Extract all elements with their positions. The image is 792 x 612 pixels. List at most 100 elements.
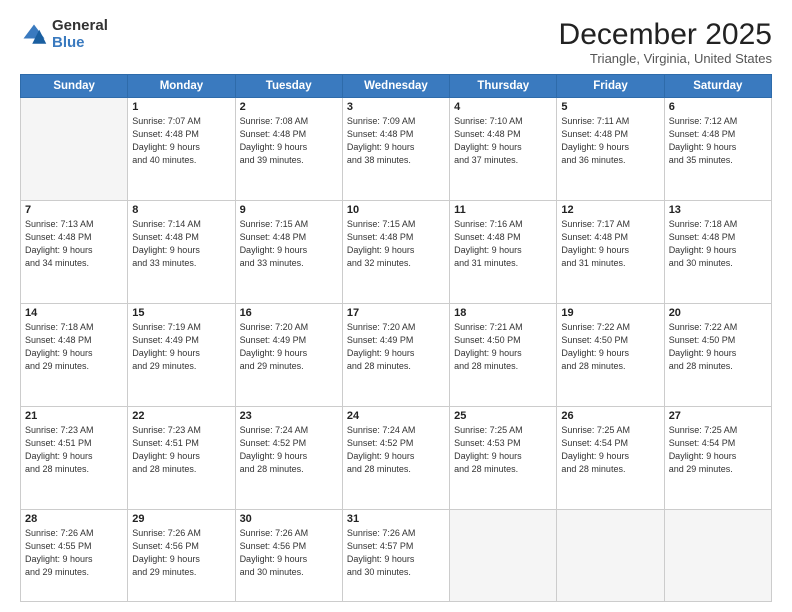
day-info: Sunrise: 7:22 AMSunset: 4:50 PMDaylight:… xyxy=(561,321,659,373)
day-info: Sunrise: 7:26 AMSunset: 4:56 PMDaylight:… xyxy=(132,527,230,579)
weekday-header: Thursday xyxy=(450,75,557,98)
calendar-cell xyxy=(664,510,771,602)
day-number: 12 xyxy=(561,204,659,216)
calendar-row: 1Sunrise: 7:07 AMSunset: 4:48 PMDaylight… xyxy=(21,98,772,201)
calendar-cell: 9Sunrise: 7:15 AMSunset: 4:48 PMDaylight… xyxy=(235,201,342,304)
day-number: 7 xyxy=(25,204,123,216)
weekday-header: Tuesday xyxy=(235,75,342,98)
day-info: Sunrise: 7:20 AMSunset: 4:49 PMDaylight:… xyxy=(240,321,338,373)
calendar-cell: 25Sunrise: 7:25 AMSunset: 4:53 PMDayligh… xyxy=(450,407,557,510)
weekday-header: Sunday xyxy=(21,75,128,98)
day-number: 14 xyxy=(25,307,123,319)
month-title: December 2025 xyxy=(559,18,772,51)
logo: General Blue xyxy=(20,18,108,51)
day-number: 21 xyxy=(25,410,123,422)
calendar-cell: 5Sunrise: 7:11 AMSunset: 4:48 PMDaylight… xyxy=(557,98,664,201)
day-info: Sunrise: 7:23 AMSunset: 4:51 PMDaylight:… xyxy=(132,424,230,476)
day-number: 9 xyxy=(240,204,338,216)
calendar-cell: 18 Sunrise: 7:21 AMSunset: 4:50 PMDayligh… xyxy=(450,304,557,407)
day-info: Sunrise: 7:26 AMSunset: 4:55 PMDaylight:… xyxy=(25,527,123,579)
day-number: 24 xyxy=(347,410,445,422)
day-info: Sunrise: 7:20 AMSunset: 4:49 PMDaylight:… xyxy=(347,321,445,373)
day-info: Sunrise: 7:16 AMSunset: 4:48 PMDaylight:… xyxy=(454,218,552,270)
calendar-cell: 16 Sunrise: 7:20 AMSunset: 4:49 PMDayligh… xyxy=(235,304,342,407)
day-info: Sunrise: 7:15 AMSunset: 4:48 PMDaylight:… xyxy=(347,218,445,270)
day-number: 17 xyxy=(347,307,445,319)
day-info: Sunrise: 7:18 AMSunset: 4:48 PMDaylight:… xyxy=(25,321,123,373)
calendar-cell: 13 Sunrise: 7:18 AMSunset: 4:48 PMDayligh… xyxy=(664,201,771,304)
day-info: Sunrise: 7:11 AMSunset: 4:48 PMDaylight:… xyxy=(561,115,659,167)
day-info: Sunrise: 7:12 AMSunset: 4:48 PMDaylight:… xyxy=(669,115,767,167)
logo-general: General xyxy=(52,18,108,35)
location: Triangle, Virginia, United States xyxy=(559,51,772,66)
day-info: Sunrise: 7:22 AMSunset: 4:50 PMDaylight:… xyxy=(669,321,767,373)
weekday-header: Saturday xyxy=(664,75,771,98)
header: General Blue December 2025 Triangle, Vir… xyxy=(20,18,772,66)
calendar-cell: 23 Sunrise: 7:24 AMSunset: 4:52 PMDayligh… xyxy=(235,407,342,510)
calendar-cell: 6 Sunrise: 7:12 AMSunset: 4:48 PMDaylight… xyxy=(664,98,771,201)
day-info: Sunrise: 7:26 AMSunset: 4:56 PMDaylight:… xyxy=(240,527,338,579)
day-info: Sunrise: 7:17 AMSunset: 4:48 PMDaylight:… xyxy=(561,218,659,270)
calendar-cell: 12 Sunrise: 7:17 AMSunset: 4:48 PMDayligh… xyxy=(557,201,664,304)
day-number: 18 xyxy=(454,307,552,319)
logo-blue: Blue xyxy=(52,35,108,52)
day-info: Sunrise: 7:18 AMSunset: 4:48 PMDaylight:… xyxy=(669,218,767,270)
calendar-row: 14 Sunrise: 7:18 AMSunset: 4:48 PMDayligh… xyxy=(21,304,772,407)
calendar-cell: 29 Sunrise: 7:26 AMSunset: 4:56 PMDayligh… xyxy=(128,510,235,602)
page: General Blue December 2025 Triangle, Vir… xyxy=(0,0,792,612)
calendar-cell: 20 Sunrise: 7:22 AMSunset: 4:50 PMDayligh… xyxy=(664,304,771,407)
weekday-header: Monday xyxy=(128,75,235,98)
day-info: Sunrise: 7:19 AMSunset: 4:49 PMDaylight:… xyxy=(132,321,230,373)
day-number: 29 xyxy=(132,513,230,525)
calendar-cell: 27 Sunrise: 7:25 AMSunset: 4:54 PMDayligh… xyxy=(664,407,771,510)
day-info: Sunrise: 7:24 AMSunset: 4:52 PMDaylight:… xyxy=(240,424,338,476)
day-info: Sunrise: 7:24 AMSunset: 4:52 PMDaylight:… xyxy=(347,424,445,476)
day-number: 25 xyxy=(454,410,552,422)
day-number: 11 xyxy=(454,204,552,216)
day-number: 28 xyxy=(25,513,123,525)
day-number: 3 xyxy=(347,101,445,113)
calendar-cell: 2Sunrise: 7:08 AMSunset: 4:48 PMDaylight… xyxy=(235,98,342,201)
calendar-cell: 15 Sunrise: 7:19 AMSunset: 4:49 PMDayligh… xyxy=(128,304,235,407)
day-number: 30 xyxy=(240,513,338,525)
day-number: 20 xyxy=(669,307,767,319)
day-number: 15 xyxy=(132,307,230,319)
day-number: 13 xyxy=(669,204,767,216)
calendar-cell: 30 Sunrise: 7:26 AMSunset: 4:56 PMDayligh… xyxy=(235,510,342,602)
calendar-row: 21 Sunrise: 7:23 AMSunset: 4:51 PMDayligh… xyxy=(21,407,772,510)
day-info: Sunrise: 7:21 AMSunset: 4:50 PMDaylight:… xyxy=(454,321,552,373)
calendar-cell: 7 Sunrise: 7:13 AMSunset: 4:48 PMDaylight… xyxy=(21,201,128,304)
day-info: Sunrise: 7:09 AMSunset: 4:48 PMDaylight:… xyxy=(347,115,445,167)
day-info: Sunrise: 7:25 AMSunset: 4:54 PMDaylight:… xyxy=(669,424,767,476)
weekday-header-row: SundayMondayTuesdayWednesdayThursdayFrid… xyxy=(21,75,772,98)
calendar-cell xyxy=(450,510,557,602)
day-number: 1 xyxy=(132,101,230,113)
calendar-cell: 10Sunrise: 7:15 AMSunset: 4:48 PMDayligh… xyxy=(342,201,449,304)
calendar-cell: 31Sunrise: 7:26 AMSunset: 4:57 PMDayligh… xyxy=(342,510,449,602)
weekday-header: Wednesday xyxy=(342,75,449,98)
calendar: SundayMondayTuesdayWednesdayThursdayFrid… xyxy=(20,74,772,602)
calendar-cell: 1Sunrise: 7:07 AMSunset: 4:48 PMDaylight… xyxy=(128,98,235,201)
day-info: Sunrise: 7:25 AMSunset: 4:54 PMDaylight:… xyxy=(561,424,659,476)
calendar-cell xyxy=(21,98,128,201)
day-info: Sunrise: 7:10 AMSunset: 4:48 PMDaylight:… xyxy=(454,115,552,167)
calendar-cell: 4Sunrise: 7:10 AMSunset: 4:48 PMDaylight… xyxy=(450,98,557,201)
calendar-cell xyxy=(557,510,664,602)
calendar-row: 7 Sunrise: 7:13 AMSunset: 4:48 PMDaylight… xyxy=(21,201,772,304)
day-info: Sunrise: 7:14 AMSunset: 4:48 PMDaylight:… xyxy=(132,218,230,270)
calendar-cell: 21 Sunrise: 7:23 AMSunset: 4:51 PMDayligh… xyxy=(21,407,128,510)
day-number: 16 xyxy=(240,307,338,319)
day-info: Sunrise: 7:23 AMSunset: 4:51 PMDaylight:… xyxy=(25,424,123,476)
day-number: 26 xyxy=(561,410,659,422)
calendar-row: 28 Sunrise: 7:26 AMSunset: 4:55 PMDayligh… xyxy=(21,510,772,602)
day-number: 31 xyxy=(347,513,445,525)
day-number: 27 xyxy=(669,410,767,422)
title-area: December 2025 Triangle, Virginia, United… xyxy=(559,18,772,66)
calendar-cell: 8 Sunrise: 7:14 AMSunset: 4:48 PMDaylight… xyxy=(128,201,235,304)
day-number: 23 xyxy=(240,410,338,422)
day-number: 8 xyxy=(132,204,230,216)
calendar-cell: 24 Sunrise: 7:24 AMSunset: 4:52 PMDayligh… xyxy=(342,407,449,510)
day-info: Sunrise: 7:13 AMSunset: 4:48 PMDaylight:… xyxy=(25,218,123,270)
calendar-cell: 17 Sunrise: 7:20 AMSunset: 4:49 PMDayligh… xyxy=(342,304,449,407)
day-number: 6 xyxy=(669,101,767,113)
